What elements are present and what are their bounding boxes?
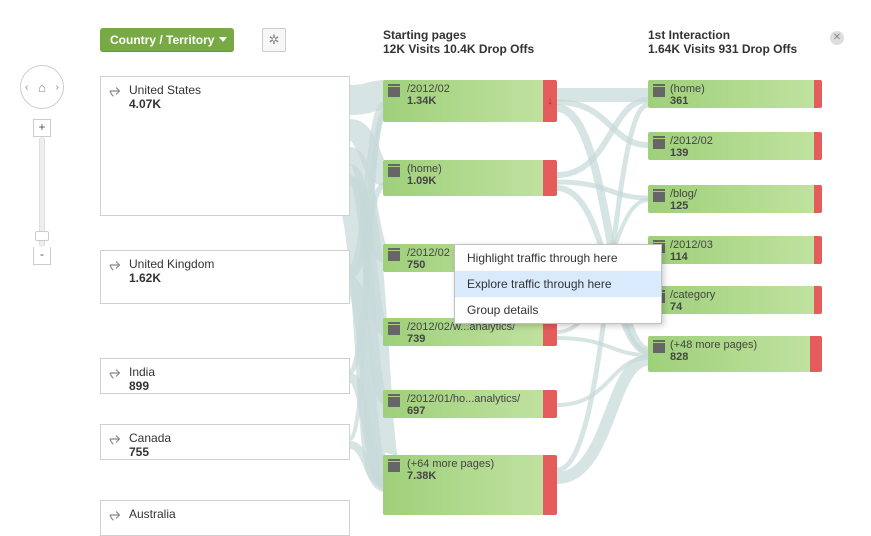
page-label: (+64 more pages) bbox=[407, 458, 537, 470]
page-value: 74 bbox=[670, 301, 808, 313]
menu-item-explore[interactable]: Explore traffic through here bbox=[455, 271, 661, 297]
col-title: Starting pages bbox=[383, 28, 534, 42]
page-node[interactable]: /2012/02 1.34K ↓ bbox=[383, 80, 557, 122]
page-node[interactable]: /2012/03 114 bbox=[648, 236, 822, 264]
page-icon bbox=[388, 87, 400, 97]
country-node[interactable]: India 899 bbox=[100, 358, 350, 394]
gear-icon: ✲ bbox=[269, 32, 280, 48]
page-value: 125 bbox=[670, 200, 808, 212]
menu-item-highlight[interactable]: Highlight traffic through here bbox=[455, 245, 661, 271]
col-header-first: 1st Interaction 1.64K Visits 931 Drop Of… bbox=[648, 28, 797, 56]
nav-dial[interactable]: ‹ ⌂ › bbox=[20, 65, 64, 109]
page-label: (home) bbox=[407, 163, 537, 175]
zoom-out-button[interactable]: - bbox=[33, 247, 51, 265]
country-name: India bbox=[129, 365, 341, 379]
zoom-slider[interactable] bbox=[39, 137, 45, 247]
page-icon bbox=[653, 139, 665, 149]
settings-button[interactable]: ✲ bbox=[262, 28, 286, 52]
page-value: 739 bbox=[407, 333, 537, 345]
col-header-starting: Starting pages 12K Visits 10.4K Drop Off… bbox=[383, 28, 534, 56]
page-node[interactable]: /2012/01/ho...analytics/ 697 bbox=[383, 390, 557, 418]
dropoff-bar bbox=[810, 336, 822, 372]
page-icon bbox=[653, 87, 665, 97]
send-arrow-icon bbox=[109, 366, 123, 380]
page-icon bbox=[388, 325, 400, 335]
country-name: United Kingdom bbox=[129, 257, 341, 271]
dropoff-bar bbox=[814, 80, 822, 108]
page-value: 7.38K bbox=[407, 470, 537, 482]
send-arrow-icon bbox=[109, 432, 123, 446]
page-label: /2012/03 bbox=[670, 239, 808, 251]
chevron-down-icon bbox=[219, 37, 227, 42]
dropoff-bar: ↓ bbox=[543, 80, 557, 122]
page-icon bbox=[388, 397, 400, 407]
country-name: Australia bbox=[129, 507, 341, 521]
nav-right-icon: › bbox=[56, 82, 59, 93]
send-arrow-icon bbox=[109, 508, 123, 522]
page-node[interactable]: /2012/02 139 bbox=[648, 132, 822, 160]
page-icon bbox=[388, 167, 400, 177]
page-label: /2012/01/ho...analytics/ bbox=[407, 393, 537, 405]
page-node[interactable]: /category 74 bbox=[648, 286, 822, 314]
page-node-more[interactable]: (+48 more pages) 828 bbox=[648, 336, 822, 372]
page-node[interactable]: (home) 1.09K bbox=[383, 160, 557, 196]
page-value: 361 bbox=[670, 95, 808, 107]
page-value: 697 bbox=[407, 405, 537, 417]
page-icon bbox=[388, 251, 400, 261]
country-node[interactable]: Canada 755 bbox=[100, 424, 350, 460]
close-column-button[interactable]: ✕ bbox=[830, 31, 844, 45]
menu-item-group-details[interactable]: Group details bbox=[455, 297, 661, 323]
country-name: Canada bbox=[129, 431, 341, 445]
country-node[interactable]: United Kingdom 1.62K bbox=[100, 250, 350, 304]
country-node[interactable]: United States 4.07K bbox=[100, 76, 350, 216]
dropoff-bar bbox=[543, 455, 557, 515]
page-label: (+48 more pages) bbox=[670, 339, 804, 351]
col-sub: 1.64K Visits 931 Drop Offs bbox=[648, 42, 797, 56]
nav-left-icon: ‹ bbox=[25, 82, 28, 93]
dropoff-bar bbox=[543, 390, 557, 418]
page-value: 114 bbox=[670, 251, 808, 263]
down-arrow-icon: ↓ bbox=[547, 95, 553, 107]
page-node[interactable]: (home) 361 bbox=[648, 80, 822, 108]
dropoff-bar bbox=[814, 185, 822, 213]
context-menu: Highlight traffic through here Explore t… bbox=[454, 244, 662, 324]
col-sub: 12K Visits 10.4K Drop Offs bbox=[383, 42, 534, 56]
dropoff-bar bbox=[543, 160, 557, 196]
country-node[interactable]: Australia bbox=[100, 500, 350, 536]
send-arrow-icon bbox=[109, 84, 123, 98]
dropoff-bar bbox=[814, 286, 822, 314]
page-value: 139 bbox=[670, 147, 808, 159]
country-name: United States bbox=[129, 83, 341, 97]
page-value: 1.09K bbox=[407, 175, 537, 187]
page-node[interactable]: /blog/ 125 bbox=[648, 185, 822, 213]
dropoff-bar bbox=[814, 236, 822, 264]
country-value: 4.07K bbox=[129, 97, 341, 111]
page-label: /category bbox=[670, 289, 808, 301]
dimension-selector[interactable]: Country / Territory bbox=[100, 28, 234, 52]
dimension-label: Country / Territory bbox=[110, 33, 214, 47]
send-arrow-icon bbox=[109, 258, 123, 272]
home-icon[interactable]: ⌂ bbox=[38, 80, 46, 95]
page-label: /blog/ bbox=[670, 188, 808, 200]
page-value: 828 bbox=[670, 351, 804, 363]
page-label: /2012/02 bbox=[670, 135, 808, 147]
country-value: 899 bbox=[129, 379, 341, 393]
country-value: 1.62K bbox=[129, 271, 341, 285]
page-value: 1.34K bbox=[407, 95, 537, 107]
page-label: /2012/02 bbox=[407, 83, 537, 95]
page-node-more[interactable]: (+64 more pages) 7.38K bbox=[383, 455, 557, 515]
page-icon bbox=[653, 192, 665, 202]
zoom-in-button[interactable]: + bbox=[33, 119, 51, 137]
page-icon bbox=[388, 462, 400, 472]
zoom-handle[interactable] bbox=[35, 231, 49, 241]
page-label: (home) bbox=[670, 83, 808, 95]
col-title: 1st Interaction bbox=[648, 28, 797, 42]
dropoff-bar bbox=[814, 132, 822, 160]
page-icon bbox=[653, 343, 665, 353]
country-value: 755 bbox=[129, 445, 341, 459]
